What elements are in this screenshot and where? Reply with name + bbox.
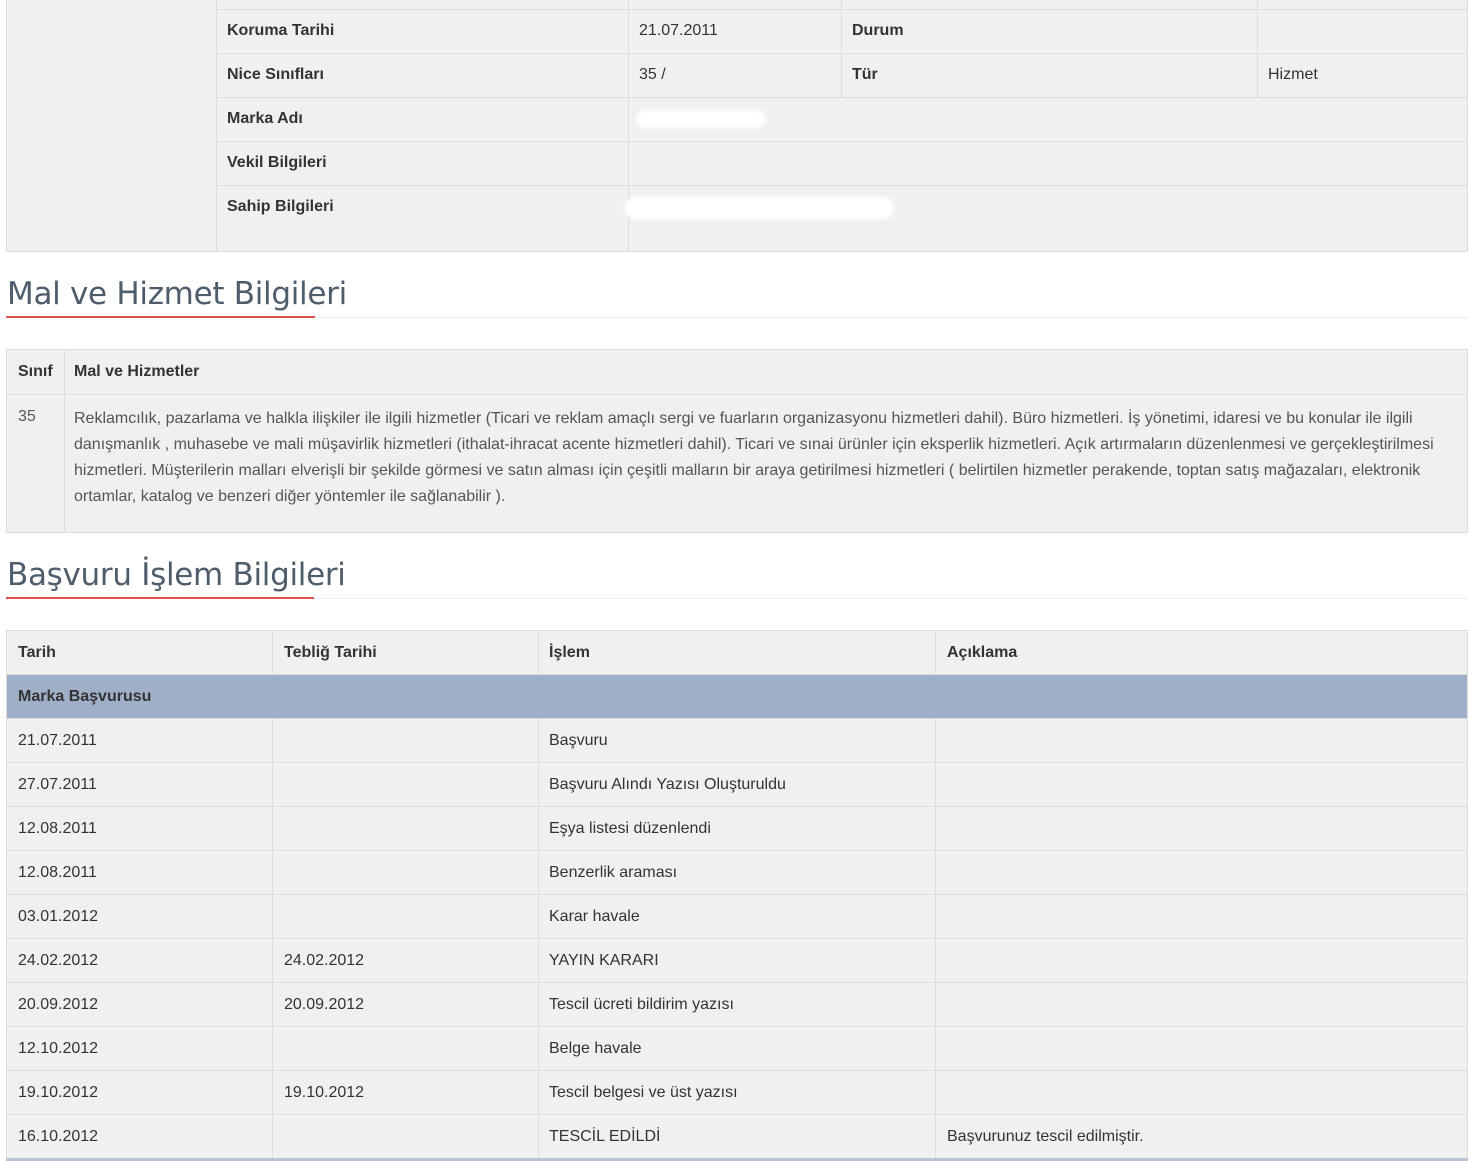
table-row: 12.10.2012 Belge havale [7,1027,1467,1071]
table-row: 12.08.2011 Eşya listesi düzenlendi [7,807,1467,851]
group-label: Marka Başvurusu [18,687,152,705]
table-row: 12.08.2011 Benzerlik araması [7,851,1467,895]
cell-action: Karar havale [549,907,640,925]
goods-class-value: 35 [18,408,36,425]
label-vekil-bilgileri: Vekil Bilgileri [227,154,327,171]
cell-date: 16.10.2012 [18,1127,99,1145]
cell-date: 27.07.2011 [18,775,97,793]
table-row: 24.02.2012 24.02.2012 YAYIN KARARI [7,939,1467,983]
cell-description [936,807,1466,850]
cell-notice-date: 24.02.2012 [284,951,365,969]
cell-description [936,983,1466,1026]
table-row: 20.09.2012 20.09.2012 Tescil ücreti bild… [7,983,1467,1027]
table-row: 19.10.2012 19.10.2012 Tescil belgesi ve … [7,1071,1467,1115]
cell-description [936,939,1466,982]
process-table-header: Tarih Tebliğ Tarihi İşlem Açıklama [7,631,1467,675]
table-row: 03.01.2012 Karar havale [7,895,1467,939]
cell-description [936,763,1466,806]
goods-services-table: Sınıf Mal ve Hizmetler 35 Reklamcılık, p… [6,349,1468,533]
cell-date: 12.08.2011 [18,819,97,837]
cell-notice-date [273,851,538,894]
header-tarih: Tarih [18,643,56,661]
cell-description [936,895,1466,938]
table-row: 21.07.2011 Başvuru [7,719,1467,763]
info-row: Nice Sınıfları 35 / Tür Hizmet [216,53,1467,98]
cell-notice-date [273,763,538,806]
trademark-info-table: Koruma Tarihi 21.07.2011 Durum Nice Sını… [6,0,1468,252]
info-row: Sahip Bilgileri [216,185,1467,251]
cell-notice-date [273,1115,538,1158]
cell-action: YAYIN KARARI [549,951,659,969]
cell-notice-date [273,807,538,850]
cell-description [936,1071,1466,1114]
process-table: Tarih Tebliğ Tarihi İşlem Açıklama Marka… [6,630,1468,1161]
label-tur: Tür [852,66,878,83]
header-sinif: Sınıf [18,363,53,380]
label-nice-siniflari: Nice Sınıfları [227,66,324,83]
cell-description [936,851,1466,894]
value-koruma-tarihi: 21.07.2011 [639,22,718,39]
table-row: 16.10.2012 TESCİL EDİLDİ Başvurunuz tesc… [7,1115,1467,1159]
cell-description: Başvurunuz tescil edilmiştir. [947,1127,1144,1145]
cell-date: 21.07.2011 [18,731,97,749]
process-section-title: Başvuru İşlem Bilgileri [7,557,346,593]
value-nice-siniflari: 35 / [639,66,666,83]
header-aciklama: Açıklama [947,643,1018,661]
goods-description: Reklamcılık, pazarlama ve halkla ilişkil… [74,410,1434,505]
cell-date: 03.01.2012 [18,907,99,925]
cell-notice-date: 19.10.2012 [284,1083,365,1101]
cell-description [936,719,1466,762]
label-sahip-bilgileri: Sahip Bilgileri [227,198,334,215]
redacted-brand-name [636,110,766,128]
group-row-marka-basvurusu: Marka Başvurusu [7,675,1467,719]
cell-action: Eşya listesi düzenlendi [549,819,711,837]
label-marka-adi: Marka Adı [227,110,303,127]
goods-table-header: Sınıf Mal ve Hizmetler [7,350,1467,395]
info-left-gutter [7,0,217,251]
redacted-owner-info [624,197,894,219]
label-durum: Durum [852,22,904,39]
cell-action: Belge havale [549,1039,642,1057]
info-row: Marka Adı [216,97,1467,142]
info-row: Koruma Tarihi 21.07.2011 Durum [216,9,1467,54]
cell-action: TESCİL EDİLDİ [549,1127,661,1145]
section-title-underline [6,597,314,599]
cell-action: Başvuru [549,731,608,749]
label-koruma-tarihi: Koruma Tarihi [227,22,335,39]
cell-date: 20.09.2012 [18,995,99,1013]
cell-description [936,1027,1466,1070]
cell-action: Başvuru Alındı Yazısı Oluşturuldu [549,775,786,793]
value-tur: Hizmet [1268,66,1318,83]
goods-section-title: Mal ve Hizmet Bilgileri [7,276,347,312]
cell-date: 12.08.2011 [18,863,97,881]
cell-date: 24.02.2012 [18,951,99,969]
header-mal-ve-hizmetler: Mal ve Hizmetler [74,363,200,380]
cell-date: 12.10.2012 [18,1039,99,1057]
trademark-detail-page: Koruma Tarihi 21.07.2011 Durum Nice Sını… [0,0,1472,1161]
cell-action: Tescil ücreti bildirim yazısı [549,995,734,1013]
cell-notice-date [273,719,538,762]
table-row: 27.07.2011 Başvuru Alındı Yazısı Oluştur… [7,763,1467,807]
cell-action: Tescil belgesi ve üst yazısı [549,1083,738,1101]
section-title-underline [6,316,315,318]
info-row: Vekil Bilgileri [216,141,1467,186]
cell-notice-date: 20.09.2012 [284,995,365,1013]
value-durum [1257,9,1467,53]
cell-notice-date [273,895,538,938]
header-teblig-tarihi: Tebliğ Tarihi [284,643,377,661]
header-islem: İşlem [549,643,590,661]
cell-notice-date [273,1027,538,1070]
cell-action: Benzerlik araması [549,863,678,881]
cell-date: 19.10.2012 [18,1083,99,1101]
